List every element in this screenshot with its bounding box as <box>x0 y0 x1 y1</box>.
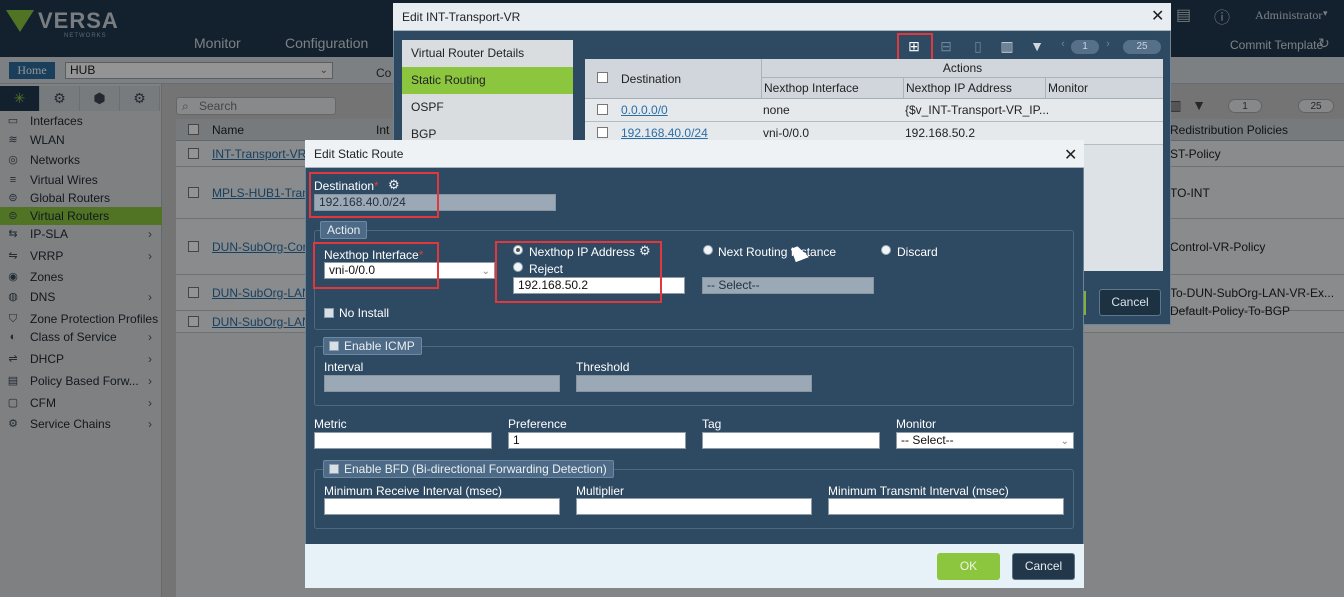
filter-icon[interactable]: ▼ <box>1028 38 1046 54</box>
nexthop-ip-header: Nexthop IP Address <box>906 81 1012 95</box>
vr-cancel-button[interactable]: Cancel <box>1099 289 1161 316</box>
route-destination-link[interactable]: 192.168.40.0/24 <box>621 126 708 140</box>
col-group-actions: Actions <box>761 59 1163 78</box>
tag-field[interactable] <box>702 432 880 449</box>
highlight-nexthop-interface <box>313 242 439 289</box>
min-receive-label: Minimum Receive Interval (msec) <box>324 484 503 498</box>
chevron-down-icon: ⌄ <box>481 266 490 277</box>
preference-field[interactable]: 1 <box>508 432 686 449</box>
row-checkbox[interactable] <box>597 104 608 115</box>
nav-virtual-router-details[interactable]: Virtual Router Details <box>402 40 573 67</box>
metric-label: Metric <box>314 417 347 431</box>
preference-label: Preference <box>508 417 567 431</box>
monitor-header: Monitor <box>1048 81 1089 95</box>
threshold-field <box>576 375 812 392</box>
monitor-label: Monitor <box>896 417 937 431</box>
tag-label: Tag <box>702 417 722 431</box>
chevron-down-icon: ⌄ <box>1060 436 1069 447</box>
actions-label: Actions <box>942 61 983 75</box>
enable-icmp-checkbox[interactable] <box>329 341 339 351</box>
interval-label: Interval <box>324 360 364 374</box>
min-receive-field[interactable] <box>324 498 560 515</box>
table-row[interactable]: 0.0.0.0/0 none {$v_INT-Transport-VR_IP..… <box>585 99 1163 122</box>
route-interface: vni-0/0.0 <box>763 126 810 140</box>
route-nexthop-ip: {$v_INT-Transport-VR_IP... <box>905 103 1050 117</box>
nexthop-interface-header: Nexthop Interface <box>764 81 859 95</box>
action-legend: Action <box>320 221 368 239</box>
clone-icon: ▯ <box>974 38 982 54</box>
close-icon[interactable]: ✕ <box>1064 145 1077 165</box>
col-nexthop-interface[interactable]: Nexthop Interface <box>761 78 903 99</box>
route-destination-link[interactable]: 0.0.0.0/0 <box>621 103 668 117</box>
col-destination[interactable]: Destination <box>621 72 681 86</box>
min-transmit-field[interactable] <box>828 498 1064 515</box>
next-routing-instance-option[interactable]: Next Routing Instance <box>718 245 836 259</box>
static-route-dialog-title: Edit Static Route <box>305 140 1084 168</box>
enable-bfd-checkbox[interactable] <box>329 464 339 474</box>
no-install-label: No Install <box>339 306 390 320</box>
min-transmit-label: Minimum Transmit Interval (msec) <box>828 484 1009 498</box>
nav-static-routing[interactable]: Static Routing <box>402 67 573 94</box>
static-routes-header: Destination Actions Nexthop Interface Ne… <box>585 59 1163 99</box>
select-all-routes-checkbox[interactable] <box>597 72 608 83</box>
metric-field[interactable] <box>314 432 492 449</box>
columns-icon[interactable]: ▥ <box>998 38 1016 55</box>
enable-bfd-label: Enable BFD (Bi-directional Forwarding De… <box>344 462 607 476</box>
next-routing-instance-radio[interactable] <box>703 245 713 255</box>
nav-ospf[interactable]: OSPF <box>402 94 573 121</box>
multiplier-label: Multiplier <box>576 484 625 498</box>
routing-instance-select: -- Select-- <box>702 277 874 294</box>
cancel-button[interactable]: Cancel <box>1012 553 1075 580</box>
multiplier-field[interactable] <box>576 498 812 515</box>
route-nexthop-ip: 192.168.50.2 <box>905 126 976 140</box>
highlight-add-button <box>897 33 933 61</box>
close-icon[interactable]: ✕ <box>1151 6 1164 26</box>
col-monitor[interactable]: Monitor <box>1045 78 1163 99</box>
threshold-label: Threshold <box>576 360 630 374</box>
next-page-icon: › <box>1106 38 1110 50</box>
col-nexthop-ip[interactable]: Nexthop IP Address <box>903 78 1045 99</box>
discard-radio[interactable] <box>881 245 891 255</box>
no-install-checkbox[interactable] <box>324 308 334 318</box>
vr-page-size-select[interactable]: 25 <box>1123 40 1161 54</box>
route-interface: none <box>763 103 790 117</box>
prev-page-icon: ‹ <box>1061 38 1065 50</box>
interval-field <box>324 375 560 392</box>
enable-icmp-label: Enable ICMP <box>344 339 415 353</box>
monitor-select[interactable]: -- Select-- ⌄ <box>896 432 1074 449</box>
highlight-nexthop-ip <box>495 241 662 303</box>
ok-button[interactable]: OK <box>937 553 1000 580</box>
highlight-destination <box>309 172 439 218</box>
row-checkbox[interactable] <box>597 127 608 138</box>
static-routing-toolbar: ⊞ ⊟ ▯ ▥ ▼ ‹ 1 › 25 <box>585 35 1163 59</box>
remove-icon: ⊟ <box>940 38 952 54</box>
discard-option[interactable]: Discard <box>897 245 938 259</box>
enable-bfd-legend: Enable BFD (Bi-directional Forwarding De… <box>323 460 614 478</box>
vr-page-input[interactable]: 1 <box>1071 40 1099 54</box>
monitor-value: -- Select-- <box>901 433 954 447</box>
vr-dialog-title: Edit INT-Transport-VR <box>393 3 1171 31</box>
